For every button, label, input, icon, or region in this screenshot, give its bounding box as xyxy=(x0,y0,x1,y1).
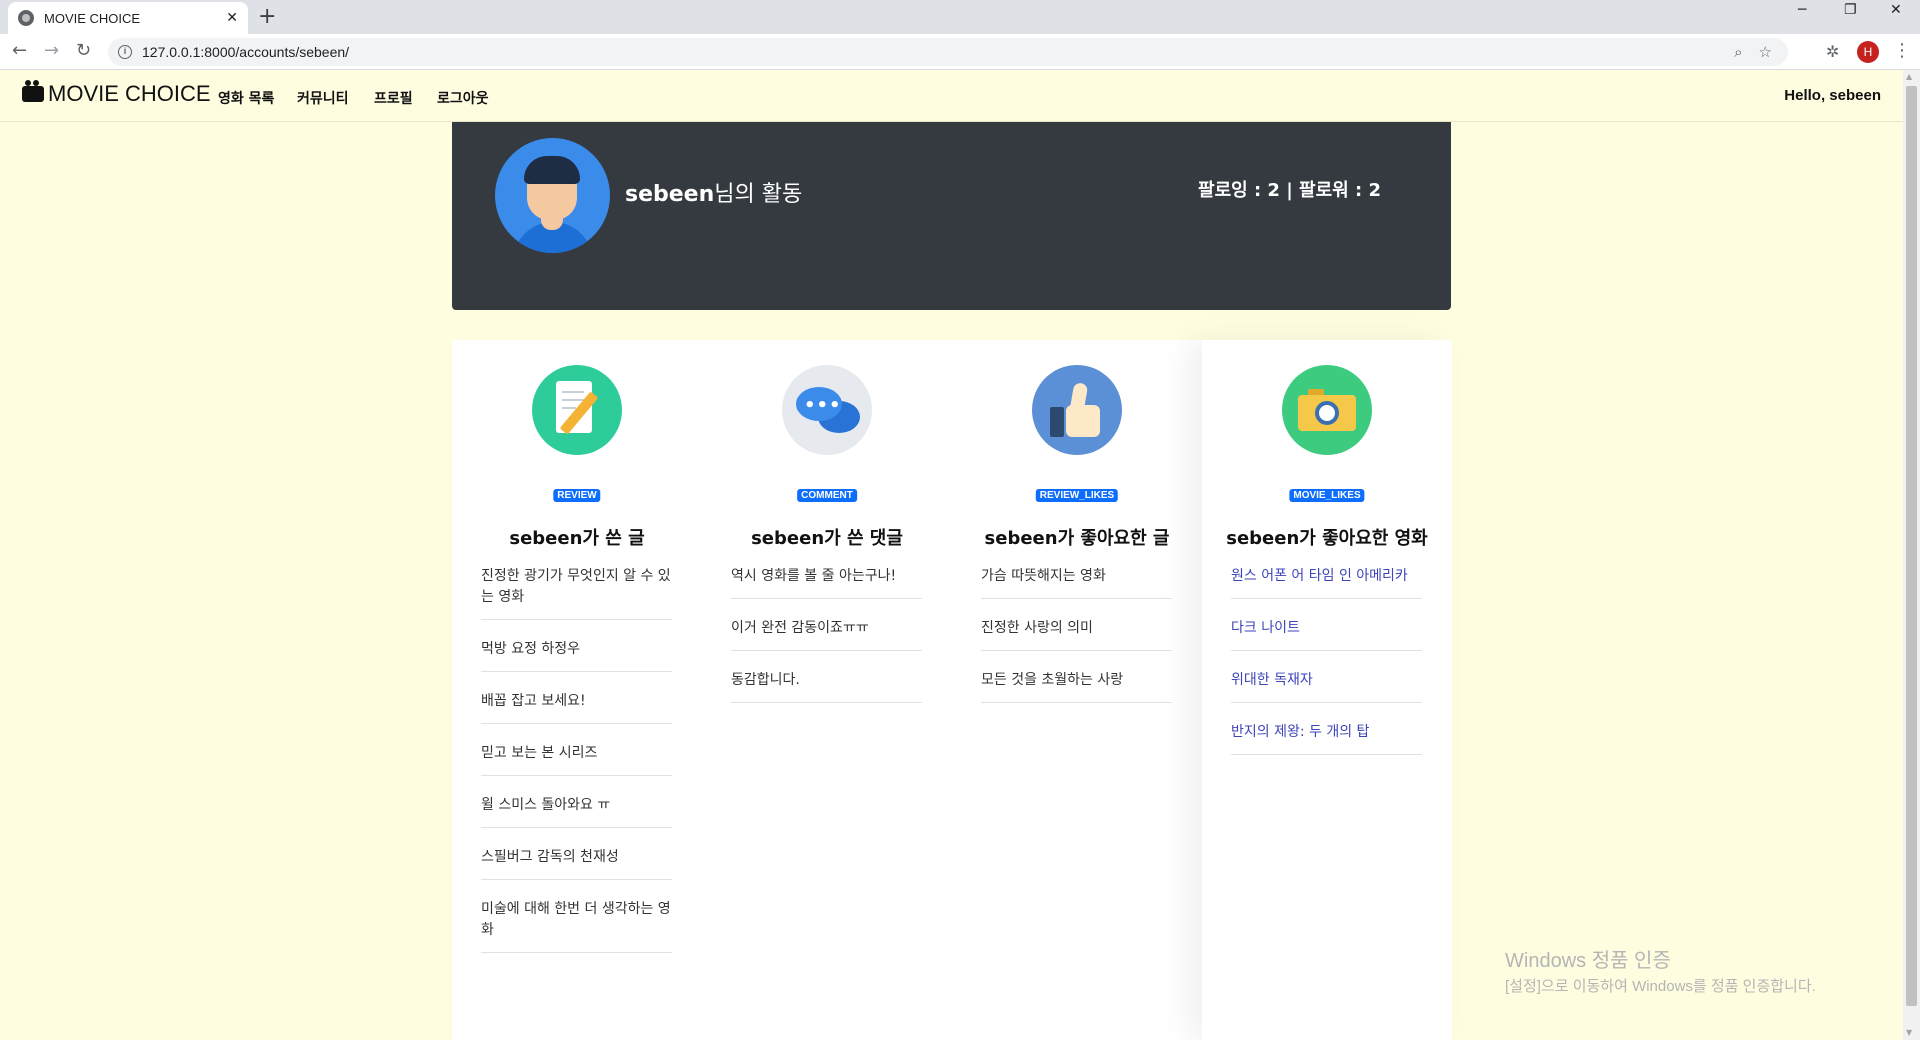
zoom-icon[interactable]: ⌕ xyxy=(1734,43,1742,61)
column-title: sebeen가 쓴 글 xyxy=(509,528,645,549)
extensions-icon[interactable]: ✲ xyxy=(1826,42,1839,61)
thumbs-up-icon xyxy=(1032,365,1122,455)
review-column: REVIEW sebeen가 쓴 글 진정한 광기가 무엇인지 알 수 있는 영… xyxy=(452,340,702,1040)
bookmark-star-icon[interactable]: ☆ xyxy=(1759,43,1772,61)
list-item[interactable]: 먹방 요정 하정우 xyxy=(481,635,672,672)
minimize-button[interactable]: ─ xyxy=(1798,2,1806,18)
list-item[interactable]: 가슴 따뜻해지는 영화 xyxy=(981,562,1172,599)
tab-close-icon[interactable]: ✕ xyxy=(226,10,238,26)
profile-avatar[interactable]: H xyxy=(1857,41,1879,63)
list-item[interactable]: 배꼽 잡고 보세요! xyxy=(481,687,672,724)
list-item[interactable]: 동감합니다. xyxy=(731,666,922,703)
column-title: sebeen가 쓴 댓글 xyxy=(751,528,903,549)
user-avatar xyxy=(495,138,610,253)
profile-suffix: 님의 활동 xyxy=(714,182,803,207)
watermark-subtitle: [설정]으로 이동하여 Windows를 정품 인증합니다. xyxy=(1505,978,1816,995)
forward-icon[interactable]: → xyxy=(44,40,59,61)
scroll-down-arrow-icon[interactable]: ▼ xyxy=(1906,1028,1912,1037)
tab-title: MOVIE CHOICE xyxy=(44,10,141,26)
column-title: sebeen가 좋아요한 글 xyxy=(984,528,1170,549)
watermark-title: Windows 정품 인증 xyxy=(1505,950,1671,972)
profile-header: sebeen님의 활동 팔로잉 : 2 | 팔로워 : 2 xyxy=(452,122,1451,310)
globe-icon xyxy=(18,10,34,26)
movie-link[interactable]: 위대한 독재자 xyxy=(1231,666,1422,703)
new-tab-button[interactable]: + xyxy=(258,4,276,29)
brand-logo[interactable]: MOVIE CHOICE xyxy=(22,80,211,107)
site-navbar: MOVIE CHOICE 영화 목록 커뮤니티 프로필 로그아웃 Hello, … xyxy=(0,70,1903,122)
scroll-up-arrow-icon[interactable]: ▲ xyxy=(1906,72,1912,81)
movie-camera-icon xyxy=(22,80,44,102)
review-pencil-icon xyxy=(532,365,622,455)
browser-tab[interactable]: MOVIE CHOICE ✕ xyxy=(8,2,248,34)
camera-icon xyxy=(1282,365,1372,455)
movie-link[interactable]: 원스 어폰 어 타임 인 아메리카 xyxy=(1231,562,1422,599)
column-badge: COMMENT xyxy=(797,489,857,502)
nav-profile[interactable]: 프로필 xyxy=(374,88,413,108)
list-item[interactable]: 모든 것을 초월하는 사랑 xyxy=(981,666,1172,703)
follow-stats: 팔로잉 : 2 | 팔로워 : 2 xyxy=(1198,180,1381,201)
review-likes-column: REVIEW_LIKES sebeen가 좋아요한 글 가슴 따뜻해지는 영화 … xyxy=(952,340,1202,1040)
nav-community[interactable]: 커뮤니티 xyxy=(297,88,349,108)
address-bar[interactable]: i 127.0.0.1:8000/accounts/sebeen/ ⌕ ☆ xyxy=(108,38,1788,66)
list-item[interactable]: 진정한 광기가 무엇인지 알 수 있는 영화 xyxy=(481,562,672,620)
brand-name: MOVIE CHOICE xyxy=(48,81,211,106)
review-list: 진정한 광기가 무엇인지 알 수 있는 영화 먹방 요정 하정우 배꼽 잡고 보… xyxy=(481,562,672,968)
comment-column: ••• COMMENT sebeen가 쓴 댓글 역시 영화를 볼 줄 아는구나… xyxy=(702,340,952,1040)
list-item[interactable]: 미술에 대해 한번 더 생각하는 영화 xyxy=(481,895,672,953)
chat-bubble-icon: ••• xyxy=(782,365,872,455)
list-item[interactable]: 스필버그 감독의 천재성 xyxy=(481,843,672,880)
user-greeting: Hello, sebeen xyxy=(1784,87,1881,104)
browser-menu-icon[interactable]: ⋮ xyxy=(1893,40,1911,61)
list-item[interactable]: 역시 영화를 볼 줄 아는구나! xyxy=(731,562,922,599)
movie-likes-column: MOVIE_LIKES sebeen가 좋아요한 영화 원스 어폰 어 타임 인… xyxy=(1202,340,1452,1040)
list-item[interactable]: 이거 완전 감동이죠ㅠㅠ xyxy=(731,614,922,651)
window-close-button[interactable]: ✕ xyxy=(1890,2,1902,18)
reload-icon[interactable]: ↻ xyxy=(76,40,91,61)
site-info-icon[interactable]: i xyxy=(118,45,132,59)
column-badge: REVIEW_LIKES xyxy=(1035,489,1119,502)
scrollbar-thumb[interactable] xyxy=(1906,86,1917,1006)
windows-activation-watermark: Windows 정품 인증 [설정]으로 이동하여 Windows를 정품 인증… xyxy=(1505,944,1816,996)
browser-tab-bar: MOVIE CHOICE ✕ + ─ ❐ ✕ xyxy=(0,0,1920,34)
list-item[interactable]: 믿고 보는 본 시리즈 xyxy=(481,739,672,776)
movie-likes-list: 원스 어폰 어 타임 인 아메리카 다크 나이트 위대한 독재자 반지의 제왕:… xyxy=(1231,562,1422,770)
nav-movie-list[interactable]: 영화 목록 xyxy=(218,88,274,108)
list-item[interactable]: 진정한 사랑의 의미 xyxy=(981,614,1172,651)
column-badge: MOVIE_LIKES xyxy=(1289,489,1365,502)
profile-username: sebeen xyxy=(625,182,715,207)
movie-link[interactable]: 반지의 제왕: 두 개의 탑 xyxy=(1231,718,1422,755)
column-title: sebeen가 좋아요한 영화 xyxy=(1226,528,1428,549)
column-badge: REVIEW xyxy=(553,489,601,502)
list-item[interactable]: 윌 스미스 돌아와요 ㅠ xyxy=(481,791,672,828)
back-icon[interactable]: ← xyxy=(12,40,27,61)
restore-button[interactable]: ❐ xyxy=(1844,2,1857,18)
nav-logout[interactable]: 로그아웃 xyxy=(437,88,489,108)
comment-list: 역시 영화를 볼 줄 아는구나! 이거 완전 감동이죠ㅠㅠ 동감합니다. xyxy=(731,562,922,718)
browser-toolbar: ← → ↻ i 127.0.0.1:8000/accounts/sebeen/ … xyxy=(0,34,1920,70)
activity-card: REVIEW sebeen가 쓴 글 진정한 광기가 무엇인지 알 수 있는 영… xyxy=(452,340,1452,1040)
url-text[interactable]: 127.0.0.1:8000/accounts/sebeen/ xyxy=(142,44,1734,60)
movie-link[interactable]: 다크 나이트 xyxy=(1231,614,1422,651)
profile-title: sebeen님의 활동 xyxy=(625,176,802,208)
review-likes-list: 가슴 따뜻해지는 영화 진정한 사랑의 의미 모든 것을 초월하는 사랑 xyxy=(981,562,1172,718)
